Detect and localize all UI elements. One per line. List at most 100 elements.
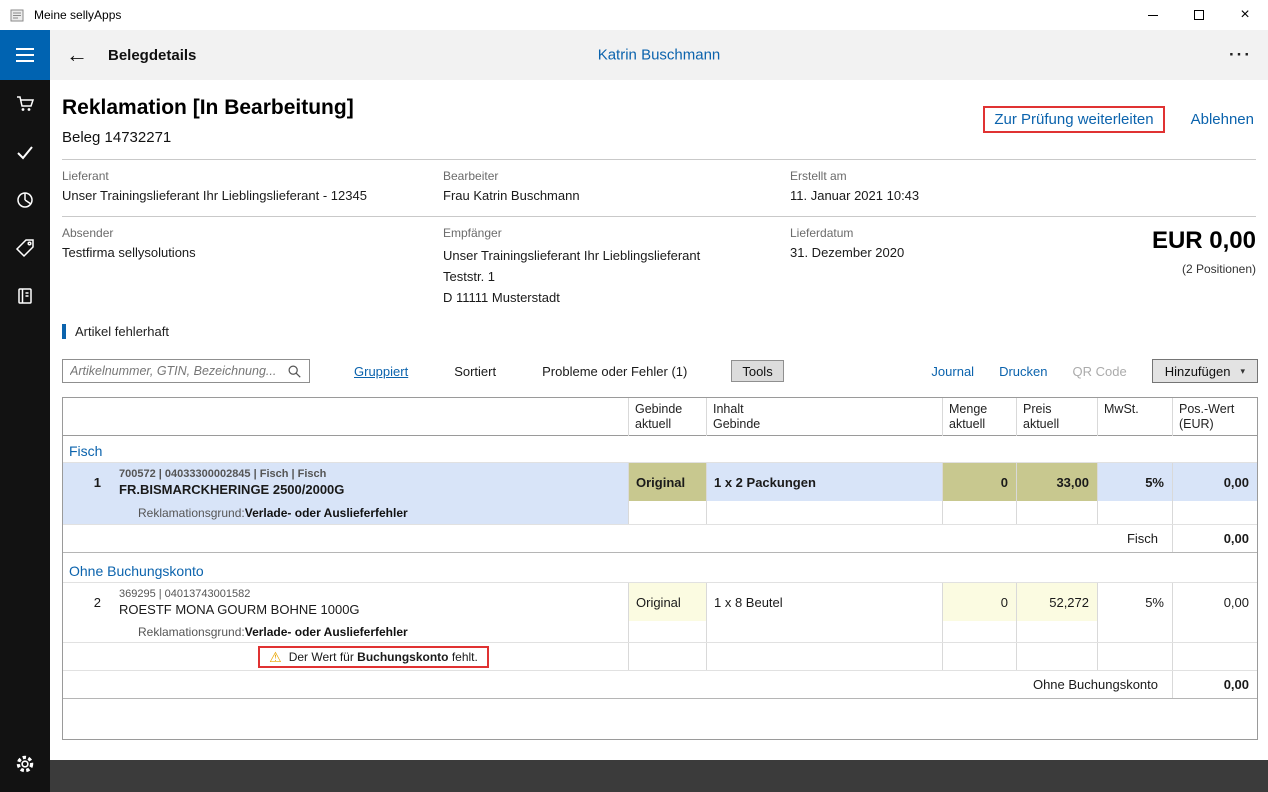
window-title: Meine sellyApps [34,8,121,22]
reject-button[interactable]: Ablehnen [1191,111,1254,128]
col-menge: Menge aktuell [942,398,1016,436]
app-header: ← Belegdetails Katrin Buschmann ··· [50,30,1268,80]
problems-filter[interactable]: Probleme oder Fehler (1) [542,364,687,379]
maximize-button[interactable] [1176,0,1222,30]
document-title: Reklamation [In Bearbeitung] [62,96,354,120]
preis-cell[interactable]: 52,272 [1016,583,1097,621]
field-lieferdatum: Lieferdatum 31. Dezember 2020 [790,226,1080,308]
sidebar-item-journal[interactable] [0,272,50,320]
wert-cell: 0,00 [1172,583,1257,621]
wert-cell: 0,00 [1172,463,1257,501]
app-icon [10,7,26,23]
tag-icon [15,238,35,258]
field-empfaenger: Empfänger Unser Trainingslieferant Ihr L… [443,226,790,308]
close-button[interactable]: × [1222,0,1268,30]
search-icon [287,364,302,379]
article-title: ROESTF MONA GOURM BOHNE 1000G [119,602,628,617]
menge-cell[interactable]: 0 [942,463,1016,501]
warning-text: Der Wert für Buchungskonto fehlt. [289,650,478,664]
article-search [62,359,310,383]
col-inhalt: Inhalt Gebinde [706,398,942,436]
menge-cell[interactable]: 0 [942,583,1016,621]
search-input[interactable] [70,364,287,378]
document-header: Reklamation [In Bearbeitung] Beleg 14732… [50,80,1268,159]
maximize-icon [1194,10,1204,20]
document-fields-row1: Lieferant Unser Trainingslieferant Ihr L… [50,160,1268,216]
forward-for-review-button[interactable]: Zur Prüfung weiterleiten [994,111,1153,128]
document-actions: Zur Prüfung weiterleiten Ablehnen [983,106,1254,133]
minimize-icon [1148,15,1158,16]
position-count: (2 Positionen) [1080,262,1256,276]
annotation-box-forward: Zur Prüfung weiterleiten [983,106,1164,133]
table-row[interactable]: 1 700572 | 04033300002845 | Fisch | Fisc… [63,463,1257,501]
minimize-button[interactable] [1130,0,1176,30]
app-window: Meine sellyApps × [0,0,1268,792]
document-total: EUR 0,00 (2 Positionen) [1080,226,1256,308]
inhalt-cell: 1 x 8 Beutel [706,583,942,621]
article-meta: 700572 | 04033300002845 | Fisch | Fisch [119,468,628,480]
field-lieferant: Lieferant Unser Trainingslieferant Ihr L… [62,169,443,204]
close-icon: × [1240,7,1249,23]
status-marker [62,324,66,339]
print-link[interactable]: Drucken [999,364,1047,379]
positions-toolbar: Gruppiert Sortiert Probleme oder Fehler … [62,359,1258,383]
journal-link[interactable]: Journal [931,364,974,379]
window-controls: × [1130,0,1268,30]
page-title: Belegdetails [108,47,196,64]
total-amount: EUR 0,00 [1080,227,1256,255]
table-header: Gebinde aktuell Inhalt Gebinde Menge akt… [63,398,1257,436]
field-bearbeiter: Bearbeiter Frau Katrin Buschmann [443,169,790,204]
field-erstellt-am: Erstellt am 11. Januar 2021 10:43 [790,169,1256,204]
status-note: Artikel fehlerhaft [62,324,1268,339]
sidebar-item-settings[interactable] [0,740,50,788]
sidebar-item-statistics[interactable] [0,176,50,224]
book-icon [15,286,35,306]
cart-icon [15,94,35,114]
col-gebinde: Gebinde aktuell [628,398,706,436]
tools-button[interactable]: Tools [731,360,783,382]
check-icon [15,142,35,162]
preis-cell[interactable]: 33,00 [1016,463,1097,501]
content-area: Reklamation [In Bearbeitung] Beleg 14732… [50,80,1268,760]
reklamationsgrund-row: Reklamationsgrund: Verlade- oder Auslief… [63,621,1257,643]
table-empty-area [63,699,1257,739]
user-name-link[interactable]: Katrin Buschmann [598,47,721,64]
main-area: ← Belegdetails Katrin Buschmann ··· Rekl… [50,30,1268,792]
field-absender: Absender Testfirma sellysolutions [62,226,443,308]
group-footer-fisch: Fisch 0,00 [63,525,1257,553]
titlebar: Meine sellyApps × [0,0,1268,30]
add-button[interactable]: Hinzufügen ▾ [1152,359,1258,383]
gebinde-cell[interactable]: Original [628,583,706,621]
col-wert: Pos.-Wert (EUR) [1172,398,1257,436]
sidebar-item-tags[interactable] [0,224,50,272]
group-toggle[interactable]: Gruppiert [354,364,408,379]
pie-chart-icon [15,190,35,210]
document-number: Beleg 14732271 [62,129,354,146]
qr-code-button[interactable]: QR Code [1072,364,1126,379]
document-fields-row2: Absender Testfirma sellysolutions Empfän… [50,217,1268,312]
chevron-down-icon: ▾ [1240,366,1245,377]
group-header-ohne-buchungskonto: Ohne Buchungskonto [63,553,1257,583]
toolbar-right: Journal Drucken QR Code Hinzufügen ▾ [931,359,1258,383]
col-mwst: MwSt. [1097,398,1172,436]
group-footer-ohne-buchungskonto: Ohne Buchungskonto 0,00 [63,671,1257,699]
sidebar-item-approvals[interactable] [0,128,50,176]
more-button[interactable]: ··· [1229,45,1252,65]
gebinde-cell[interactable]: Original [628,463,706,501]
sidebar-item-cart[interactable] [0,80,50,128]
table-row[interactable]: 2 369295 | 04013743001582 ROESTF MONA GO… [63,583,1257,621]
mwst-cell: 5% [1097,463,1172,501]
sort-toggle[interactable]: Sortiert [454,364,496,379]
positions-table: Gebinde aktuell Inhalt Gebinde Menge akt… [62,397,1258,740]
menu-button[interactable] [0,30,50,80]
sidebar [0,30,50,792]
warning-icon: ⚠ [269,650,282,664]
app-shell: ← Belegdetails Katrin Buschmann ··· Rekl… [0,30,1268,792]
validation-warning-row: ⚠ Der Wert für Buchungskonto fehlt. [63,643,1257,671]
gear-icon [14,753,36,775]
col-preis: Preis aktuell [1016,398,1097,436]
bottom-bar [50,760,1268,792]
article-meta: 369295 | 04013743001582 [119,588,628,600]
hamburger-icon [16,48,34,50]
back-button[interactable]: ← [66,44,88,66]
